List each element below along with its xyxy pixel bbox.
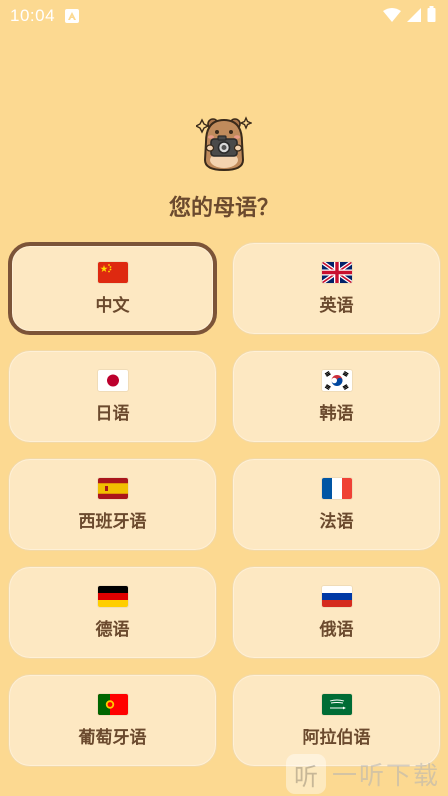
language-card-spanish[interactable]: 西班牙语	[8, 458, 217, 551]
language-card-german[interactable]: 德语	[8, 566, 217, 659]
language-label: 俄语	[319, 619, 354, 640]
uk-flag-icon	[321, 261, 352, 283]
signal-icon	[407, 7, 421, 26]
language-label: 英语	[319, 295, 354, 316]
language-label: 西班牙语	[78, 511, 147, 532]
status-time: 10:04	[10, 6, 56, 25]
japan-flag-icon	[97, 369, 128, 391]
notification-a-icon	[65, 9, 80, 23]
germany-flag-icon	[97, 585, 128, 607]
korea-flag-icon	[321, 369, 352, 391]
page-title: 您的母语？	[168, 196, 279, 221]
language-label: 阿拉伯语	[302, 727, 371, 748]
france-flag-icon	[321, 477, 352, 499]
status-right	[383, 6, 436, 26]
watermark-text: 一听下载	[332, 761, 441, 790]
russia-flag-icon	[321, 585, 352, 607]
wifi-icon	[383, 7, 401, 26]
language-grid: 中文 英语 日语 韩语 西班牙语 法语 德语 俄语 葡萄牙语 阿拉伯语	[8, 242, 441, 767]
battery-icon	[427, 6, 436, 26]
language-card-english[interactable]: 英语	[232, 242, 441, 335]
watermark: 听 一听下载	[286, 752, 448, 796]
china-flag-icon	[97, 261, 128, 283]
language-card-japanese[interactable]: 日语	[8, 350, 217, 443]
status-bar: 10:04	[0, 0, 448, 32]
language-label: 日语	[95, 403, 130, 424]
language-card-russian[interactable]: 俄语	[232, 566, 441, 659]
language-label: 法语	[319, 511, 354, 532]
language-card-portuguese[interactable]: 葡萄牙语	[8, 674, 217, 767]
status-left: 10:04	[10, 6, 80, 26]
portugal-flag-icon	[97, 693, 128, 715]
language-label: 德语	[95, 619, 130, 640]
language-label: 葡萄牙语	[78, 727, 147, 748]
watermark-logo-icon: 听	[286, 754, 326, 794]
language-card-french[interactable]: 法语	[232, 458, 441, 551]
mascot-hamster-camera-icon	[194, 112, 253, 172]
language-card-korean[interactable]: 韩语	[232, 350, 441, 443]
language-label: 韩语	[319, 403, 354, 424]
language-label: 中文	[95, 295, 130, 316]
language-card-chinese[interactable]: 中文	[8, 242, 217, 335]
saudi-arabia-flag-icon	[321, 693, 352, 715]
spain-flag-icon	[97, 477, 128, 499]
